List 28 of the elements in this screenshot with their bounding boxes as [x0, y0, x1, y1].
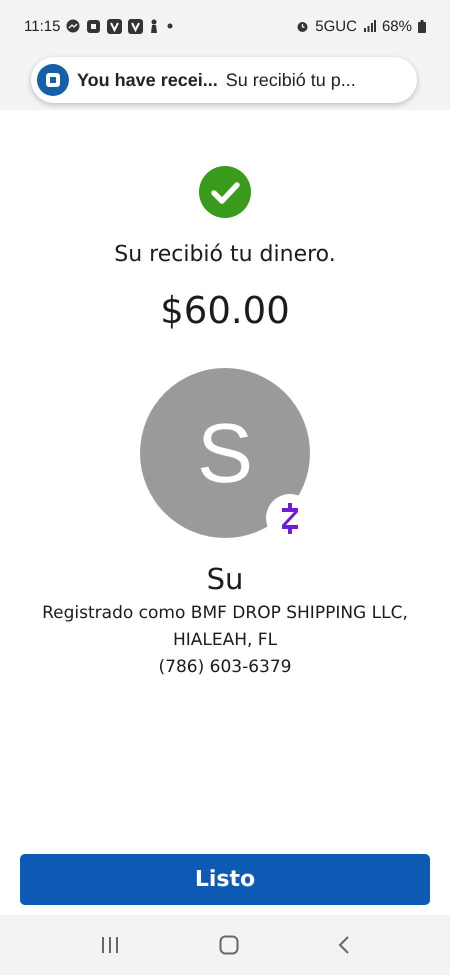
- location: HIALEAH, FL: [172, 629, 278, 652]
- notification-banner[interactable]: You have recei... Su recibió tu p...: [31, 57, 417, 103]
- battery-icon: [418, 20, 426, 32]
- success-check-icon: [199, 166, 251, 218]
- v-app-icon: [107, 18, 122, 34]
- alarm-icon: [296, 20, 310, 32]
- person-icon: [149, 18, 160, 34]
- back-icon[interactable]: [338, 935, 350, 955]
- avatar: S: [140, 368, 310, 538]
- registered-name: Registrado como BMF DROP SHIPPING LLC,: [42, 602, 408, 625]
- clock: 11:15: [24, 18, 60, 34]
- amount: $60.00: [160, 289, 290, 332]
- bank-logo-icon: [37, 64, 69, 96]
- notification-title: You have recei...: [77, 70, 218, 90]
- v-app-icon: [128, 18, 144, 34]
- done-button[interactable]: Listo: [20, 854, 430, 905]
- network-type: 5GUC: [315, 18, 357, 34]
- dot-icon: [165, 23, 176, 29]
- recipient-name: Su: [206, 562, 244, 596]
- signal-icon: [362, 20, 376, 32]
- notification-message: Su recibió tu p...: [226, 70, 356, 90]
- battery-level: 68%: [382, 18, 412, 34]
- phone-number: (786) 603-6379: [158, 656, 292, 679]
- recent-apps-icon[interactable]: [100, 936, 120, 954]
- messenger-icon: [66, 19, 80, 33]
- confirmation-message: Su recibió tu dinero.: [114, 242, 336, 267]
- home-icon[interactable]: [218, 935, 239, 955]
- bank-icon: [86, 18, 102, 34]
